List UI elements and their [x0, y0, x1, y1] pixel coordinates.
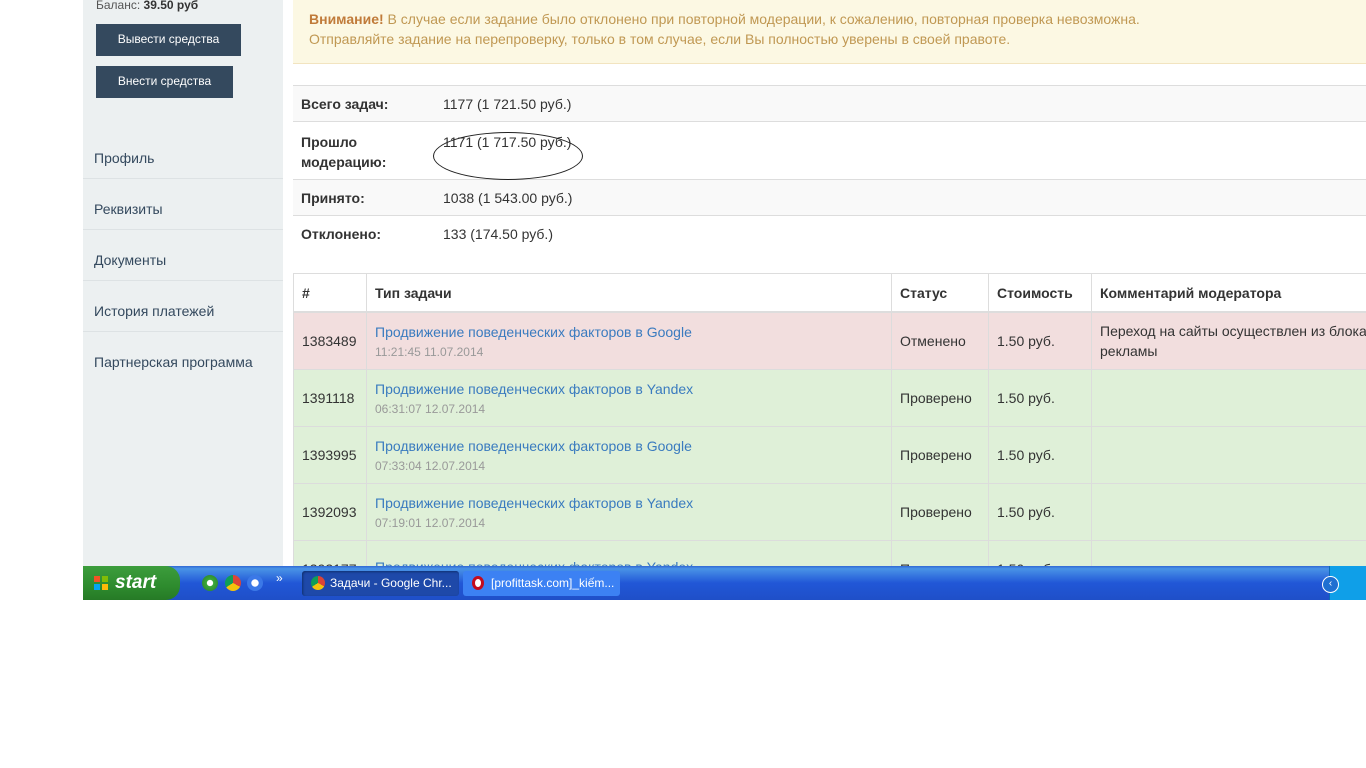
table-header-row: # Тип задачи Статус Стоимость Комментари… — [293, 273, 1366, 313]
sidebar-item-requisites[interactable]: Реквизиты — [83, 179, 283, 230]
quicklaunch-browser-icon[interactable] — [202, 575, 218, 591]
task-cost: 1.50 руб. — [988, 311, 1092, 370]
task-date: 06:31:07 12.07.2014 — [375, 401, 486, 416]
tasks-table: # Тип задачи Статус Стоимость Комментари… — [293, 273, 1366, 598]
task-comment: Переход на сайты осуществлен из блока ре… — [1091, 311, 1366, 370]
balance-label: Баланс: — [96, 0, 141, 12]
sidebar: Баланс: 39.50 руб Вывести средства Внест… — [83, 0, 283, 566]
table-row: 1391118 Продвижение поведенческих фактор… — [293, 368, 1366, 427]
balance-value: 39.50 руб — [143, 0, 199, 12]
opera-icon — [472, 576, 484, 590]
task-date: 11:21:45 11.07.2014 — [375, 344, 484, 359]
sidebar-nav: Профиль Реквизиты Документы История плат… — [83, 128, 283, 382]
col-header-comment[interactable]: Комментарий модератора — [1091, 273, 1366, 313]
task-cost: 1.50 руб. — [988, 482, 1092, 541]
quicklaunch-ie-icon[interactable] — [247, 575, 263, 591]
warning-alert: Внимание! В случае если задание было отк… — [293, 0, 1366, 64]
stat-value: 1177 (1 721.50 руб.) — [435, 85, 1366, 122]
task-id: 1391118 — [293, 368, 367, 427]
task-link[interactable]: Продвижение поведенческих факторов в Yan… — [375, 380, 883, 398]
task-comment — [1091, 482, 1366, 541]
task-type-cell: Продвижение поведенческих факторов в Goo… — [366, 425, 892, 484]
chrome-icon — [311, 576, 325, 590]
tray-expand-icon[interactable]: ‹ — [1322, 576, 1339, 593]
start-label: start — [115, 572, 157, 593]
task-link[interactable]: Продвижение поведенческих факторов в Goo… — [375, 323, 883, 341]
sidebar-item-profile[interactable]: Профиль — [83, 128, 283, 179]
taskbar-item-chrome[interactable]: Задачи - Google Chr... — [302, 571, 459, 596]
sidebar-item-partner-program[interactable]: Партнерская программа — [83, 332, 283, 382]
task-status: Проверено — [891, 425, 989, 484]
quicklaunch-chrome-icon[interactable] — [225, 575, 241, 591]
comment-line: рекламы — [1100, 342, 1158, 359]
alert-line1: В случае если задание было отклонено при… — [387, 11, 1140, 27]
task-date: 07:33:04 12.07.2014 — [375, 458, 486, 473]
table-row: 1392093 Продвижение поведенческих фактор… — [293, 482, 1366, 541]
taskbar-item-opera[interactable]: [profittask.com]_kiếm... — [463, 571, 620, 596]
stat-value: 1038 (1 543.00 руб.) — [435, 179, 1366, 216]
taskbar-item-label: [profittask.com]_kiếm... — [491, 576, 615, 590]
col-header-status[interactable]: Статус — [891, 273, 989, 313]
stat-label: Всего задач: — [293, 85, 435, 122]
comment-line: Переход на сайты осуществлен из блока — [1100, 322, 1366, 339]
task-comment — [1091, 368, 1366, 427]
stats-table: Всего задач: 1177 (1 721.50 руб.) Прошло… — [293, 85, 1366, 273]
task-date: 07:19:01 12.07.2014 — [375, 515, 486, 530]
chevron-right-icon[interactable]: » — [276, 571, 283, 585]
task-type-cell: Продвижение поведенческих факторов в Yan… — [366, 368, 892, 427]
task-cost: 1.50 руб. — [988, 368, 1092, 427]
task-status: Проверено — [891, 482, 989, 541]
windows-flag-icon — [94, 576, 108, 590]
task-status: Проверено — [891, 368, 989, 427]
start-button[interactable]: start — [83, 566, 180, 600]
hand-drawn-circle-annotation — [433, 132, 583, 180]
task-id: 1393995 — [293, 425, 367, 484]
task-id: 1383489 — [293, 311, 367, 370]
alert-line2: Отправляйте задание на перепроверку, тол… — [309, 31, 1011, 47]
withdraw-button[interactable]: Вывести средства — [96, 24, 241, 56]
deposit-button[interactable]: Внести средства — [96, 66, 233, 98]
col-header-id[interactable]: # — [293, 273, 367, 313]
sidebar-item-payment-history[interactable]: История платежей — [83, 281, 283, 332]
task-type-cell: Продвижение поведенческих факторов в Yan… — [366, 482, 892, 541]
task-status: Отменено — [891, 311, 989, 370]
stat-label: Прошло модерацию: — [293, 121, 435, 180]
stat-value: 133 (174.50 руб.) — [435, 215, 1366, 273]
task-id: 1392093 — [293, 482, 367, 541]
system-tray: ‹ — [1322, 566, 1366, 600]
stat-row-rejected: Отклонено: 133 (174.50 руб.) — [293, 215, 1366, 273]
stat-row-total: Всего задач: 1177 (1 721.50 руб.) — [293, 85, 1366, 122]
stat-label: Принято: — [293, 179, 435, 216]
stat-label: Отклонено: — [293, 215, 435, 273]
col-header-cost[interactable]: Стоимость — [988, 273, 1092, 313]
task-link[interactable]: Продвижение поведенческих факторов в Yan… — [375, 494, 883, 512]
col-header-task-type[interactable]: Тип задачи — [366, 273, 892, 313]
table-row: 1393995 Продвижение поведенческих фактор… — [293, 425, 1366, 484]
task-link[interactable]: Продвижение поведенческих факторов в Goo… — [375, 437, 883, 455]
stat-row-accepted: Принято: 1038 (1 543.00 руб.) — [293, 179, 1366, 216]
task-cost: 1.50 руб. — [988, 425, 1092, 484]
taskbar: start » Задачи - Google Chr... [profitta… — [83, 566, 1366, 600]
sidebar-item-documents[interactable]: Документы — [83, 230, 283, 281]
task-comment — [1091, 425, 1366, 484]
balance: Баланс: 39.50 руб — [96, 0, 198, 12]
taskbar-item-label: Задачи - Google Chr... — [330, 576, 452, 590]
alert-title: Внимание! — [309, 11, 384, 27]
table-row: 1383489 Продвижение поведенческих фактор… — [293, 311, 1366, 370]
task-type-cell: Продвижение поведенческих факторов в Goo… — [366, 311, 892, 370]
